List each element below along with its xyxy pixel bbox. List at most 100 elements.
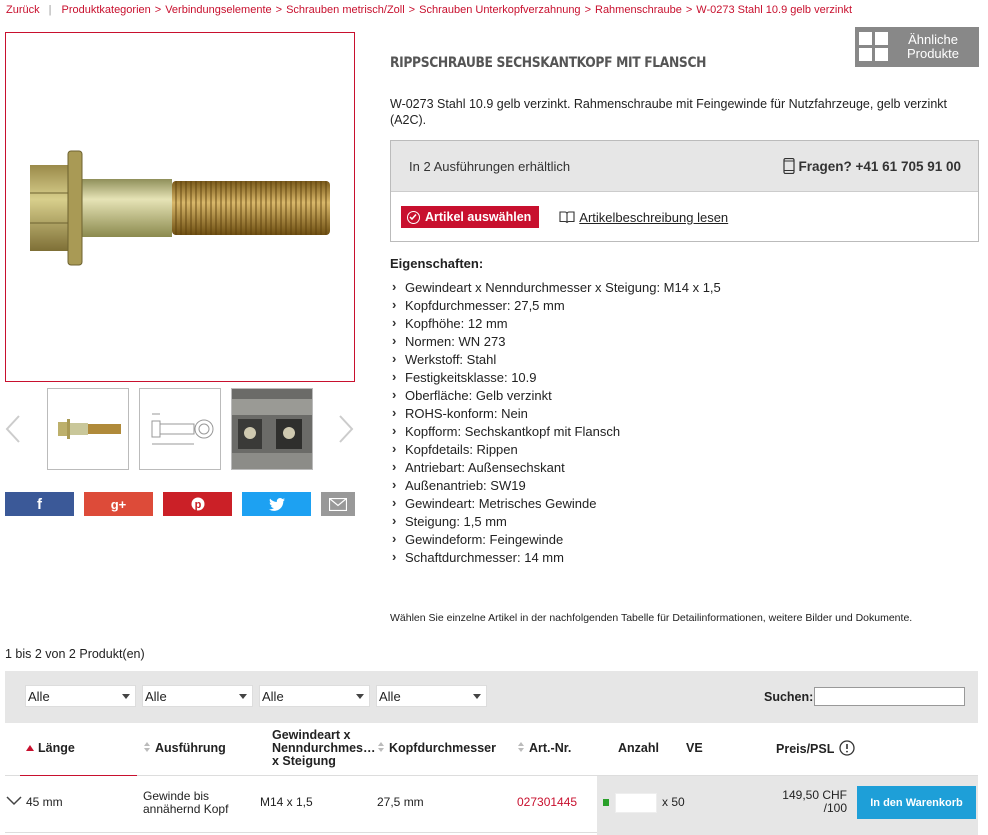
availability-text: In 2 Ausführungen erhältlich xyxy=(409,158,571,174)
column-header-label: Kopfdurchmesser xyxy=(389,741,496,755)
breadcrumb: Zurück | Produktkategorien > Verbindungs… xyxy=(6,4,852,16)
breadcrumb-separator: > xyxy=(154,4,162,16)
column-header-label: Art.-Nr. xyxy=(529,741,572,755)
back-link[interactable]: Zurück xyxy=(6,4,40,16)
mail-share-button[interactable] xyxy=(321,492,355,516)
similar-products-button[interactable]: Ähnliche Produkte xyxy=(855,27,979,67)
property-item: Außenantrieb: SW19 xyxy=(390,476,721,495)
twitter-share-button[interactable] xyxy=(242,492,311,516)
breadcrumb-separator: > xyxy=(685,4,693,16)
filter-select-value: Alle xyxy=(145,688,167,704)
chevron-right-icon[interactable] xyxy=(338,414,354,444)
sort-icon xyxy=(378,742,385,753)
filter-select-value: Alle xyxy=(262,688,284,704)
filter-select-value: Alle xyxy=(379,688,401,704)
result-count: 1 bis 2 von 2 Produkt(en) xyxy=(5,647,145,661)
thumbnail-strip xyxy=(5,388,355,470)
similar-products-label-line1: Ähnliche xyxy=(908,32,958,47)
cell-artnr-link[interactable]: 027301445 xyxy=(517,796,577,809)
column-header-kopfdurchmesser[interactable]: Kopfdurchmesser xyxy=(378,742,496,755)
breadcrumb-item-verbindungselemente[interactable]: Verbindungselemente xyxy=(165,4,271,16)
property-item: Kopfdetails: Rippen xyxy=(390,440,721,459)
property-item: Gewindeform: Feingewinde xyxy=(390,530,721,549)
checkmark-circle-icon xyxy=(407,210,420,224)
svg-text:p: p xyxy=(194,499,201,511)
bolt-image xyxy=(30,150,330,266)
column-header-label: Länge xyxy=(38,741,75,755)
facebook-icon: f xyxy=(37,495,42,513)
column-header-artnr[interactable]: Art.-Nr. xyxy=(518,742,571,755)
facebook-share-button[interactable]: f xyxy=(5,492,74,516)
chevron-left-icon[interactable] xyxy=(5,414,21,444)
breadcrumb-item-rahmenschraube[interactable]: Rahmenschraube xyxy=(595,4,682,16)
property-item: Festigkeitsklasse: 10.9 xyxy=(390,368,721,387)
thumbnail-drawing[interactable] xyxy=(139,388,221,470)
row-divider xyxy=(5,832,597,833)
properties-list: Gewindeart x Nenndurchmesser x Steigung:… xyxy=(390,278,721,567)
active-sort-underline xyxy=(20,775,137,776)
filter-kopfdurchmesser-select[interactable]: Alle xyxy=(376,685,487,707)
read-description-label: Artikelbeschreibung lesen xyxy=(579,209,729,225)
mail-icon xyxy=(329,497,347,511)
pinterest-share-button[interactable]: p xyxy=(163,492,232,516)
column-header-label: Preis/PSL xyxy=(776,741,835,756)
search-input[interactable] xyxy=(814,687,965,706)
property-item: Gewindeart: Metrisches Gewinde xyxy=(390,494,721,513)
breadcrumb-item-unterkopfverzahnung[interactable]: Schrauben Unterkopfverzahnung xyxy=(419,4,580,16)
product-main-image[interactable] xyxy=(5,32,355,382)
add-to-cart-button[interactable]: In den Warenkorb xyxy=(857,786,976,819)
column-header-ve: VE xyxy=(686,741,703,755)
application-photo-image xyxy=(232,389,312,469)
dropdown-arrow-icon xyxy=(122,694,130,699)
column-header-anzahl: Anzahl xyxy=(618,741,659,755)
chevron-down-icon[interactable] xyxy=(6,796,22,806)
variant-box-header: In 2 Ausführungen erhältlich Fragen? +41… xyxy=(391,141,978,192)
column-header-label: Ausführung xyxy=(155,741,226,755)
select-article-label: Artikel auswählen xyxy=(425,210,532,224)
property-item: Werkstoff: Stahl xyxy=(390,350,721,369)
column-header-gewinde[interactable]: Gewindeart x Nenndurchmes… x Steigung xyxy=(272,729,376,768)
dropdown-arrow-icon xyxy=(356,694,364,699)
filter-select-value: Alle xyxy=(28,688,50,704)
cell-gewinde: M14 x 1,5 xyxy=(260,795,313,809)
property-item: Kopfform: Sechskantkopf mit Flansch xyxy=(390,422,721,441)
technical-drawing-image xyxy=(151,413,214,445)
cell-preis: 149,50 CHF /100 xyxy=(760,789,847,815)
info-icon[interactable] xyxy=(839,740,856,756)
properties-title: Eigenschaften: xyxy=(390,256,484,271)
book-icon xyxy=(559,210,575,223)
quantity-input[interactable] xyxy=(615,793,657,813)
cell-ausfuehrung-line: annähernd Kopf xyxy=(143,802,229,816)
phone-number: Fragen? +41 61 705 91 00 xyxy=(798,158,961,174)
cell-kopfdurchmesser: 27,5 mm xyxy=(377,795,424,809)
thumbnail-application[interactable] xyxy=(231,388,313,470)
breadcrumb-item-produktkategorien[interactable]: Produktkategorien xyxy=(61,4,150,16)
cell-preis-line: /100 xyxy=(823,801,847,815)
similar-products-label-line2: Produkte xyxy=(906,46,960,61)
filter-gewinde-select[interactable]: Alle xyxy=(259,685,370,707)
filter-ausfuehrung-select[interactable]: Alle xyxy=(142,685,253,707)
google-plus-share-button[interactable]: g+ xyxy=(84,492,153,516)
phone-contact[interactable]: Fragen? +41 61 705 91 00 xyxy=(782,158,961,174)
filter-laenge-select[interactable]: Alle xyxy=(25,685,136,707)
thumbnail-bolt-photo[interactable] xyxy=(47,388,129,470)
property-item: Antriebart: Außensechskant xyxy=(390,458,721,477)
similar-products-label: Ähnliche Produkte xyxy=(893,33,973,61)
product-description: W-0273 Stahl 10.9 gelb verzinkt. Rahmens… xyxy=(390,97,948,127)
phone-icon xyxy=(782,158,795,174)
select-article-button[interactable]: Artikel auswählen xyxy=(401,206,540,228)
column-header-laenge[interactable]: Länge xyxy=(26,742,75,755)
pinterest-icon: p xyxy=(191,497,204,511)
cell-laenge: 45 mm xyxy=(26,795,63,809)
product-title: RIPPSCHRAUBE SECHSKANTKOPF MIT FLANSCH xyxy=(390,55,707,71)
google-plus-icon: g+ xyxy=(110,496,127,512)
property-item: Kopfhöhe: 12 mm xyxy=(390,314,721,333)
breadcrumb-item-current[interactable]: W-0273 Stahl 10.9 gelb verzinkt xyxy=(696,4,852,16)
breadcrumb-item-schrauben-metrisch[interactable]: Schrauben metrisch/Zoll xyxy=(286,4,405,16)
cell-ausfuehrung: Gewinde bis annähernd Kopf xyxy=(143,790,228,816)
cell-ve: x 50 xyxy=(662,795,685,809)
column-header-preis: Preis/PSL xyxy=(776,740,856,756)
read-description-link[interactable]: Artikelbeschreibung lesen xyxy=(559,210,728,225)
column-header-ausfuehrung[interactable]: Ausführung xyxy=(144,742,226,755)
variant-box: In 2 Ausführungen erhältlich Fragen? +41… xyxy=(390,140,979,242)
